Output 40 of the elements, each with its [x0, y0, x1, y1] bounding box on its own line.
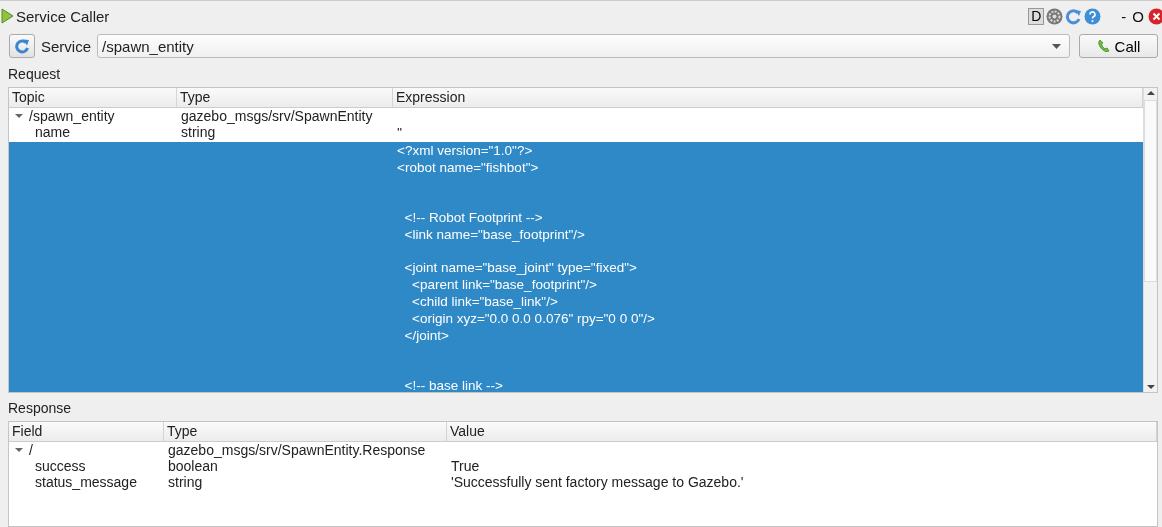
service-label: Service — [41, 37, 92, 55]
section-label: Request — [7, 65, 62, 83]
reload-icon[interactable] — [1065, 7, 1083, 25]
column-header[interactable]: Type — [177, 88, 393, 107]
refresh-icon — [14, 38, 30, 54]
topic-cell: name — [35, 124, 71, 140]
type-cell: gazebo_msgs/srv/SpawnEntity.Response — [168, 442, 426, 458]
column-header[interactable]: Value — [447, 422, 1157, 441]
column-header[interactable]: Field — [9, 422, 164, 441]
column-header[interactable]: Type — [164, 422, 447, 441]
scrollbar[interactable] — [1143, 88, 1157, 392]
expand-arrow-icon[interactable] — [15, 446, 23, 454]
field-cell: / — [29, 442, 33, 458]
type-cell: string — [168, 474, 203, 490]
minimize-button[interactable]: - — [1119, 7, 1129, 25]
type-cell: string — [181, 124, 216, 140]
expression-cell[interactable]: <?xml version="1.0"?> <robot name="fishbot"> <!-- Robot Footprint --> <link name="base_footprint"/> <joint name="base_joint" type="fixed"> <parent link="base_footprint"/> <child link="base_link"/> <origin xyz="0.0 0.0 0.076" rpy="0 0 0"/> </joint> <!-- base link --> — [397, 141, 655, 392]
service-dropdown[interactable]: /spawn_entity — [97, 34, 1070, 58]
column-header[interactable]: Topic — [9, 88, 177, 107]
type-cell: boolean — [168, 458, 218, 474]
section-label: Response — [7, 399, 73, 417]
settings-icon[interactable] — [1046, 7, 1064, 25]
refresh-button[interactable] — [9, 34, 35, 58]
value-cell: 'Successfully sent factory message to Gazebo.' — [451, 474, 744, 490]
field-cell: status_message — [35, 474, 137, 490]
type-cell: gazebo_msgs/srv/SpawnEntity — [181, 108, 373, 124]
help-icon[interactable] — [1084, 7, 1102, 25]
play-icon — [1, 8, 14, 24]
topic-cell: /spawn_entity — [29, 108, 115, 124]
call-button[interactable]: Call — [1079, 34, 1158, 58]
field-cell: success — [35, 458, 86, 474]
dock-button[interactable]: D — [1028, 7, 1045, 25]
value-cell: True — [451, 458, 480, 474]
dropdown-arrow-icon — [1052, 43, 1061, 49]
float-button[interactable]: O — [1130, 7, 1146, 25]
phone-icon — [1096, 39, 1111, 53]
expression-cell[interactable]: '' — [397, 124, 403, 142]
expand-arrow-icon[interactable] — [15, 112, 23, 120]
window-title: Service Caller — [16, 7, 110, 25]
close-icon[interactable] — [1148, 7, 1162, 25]
